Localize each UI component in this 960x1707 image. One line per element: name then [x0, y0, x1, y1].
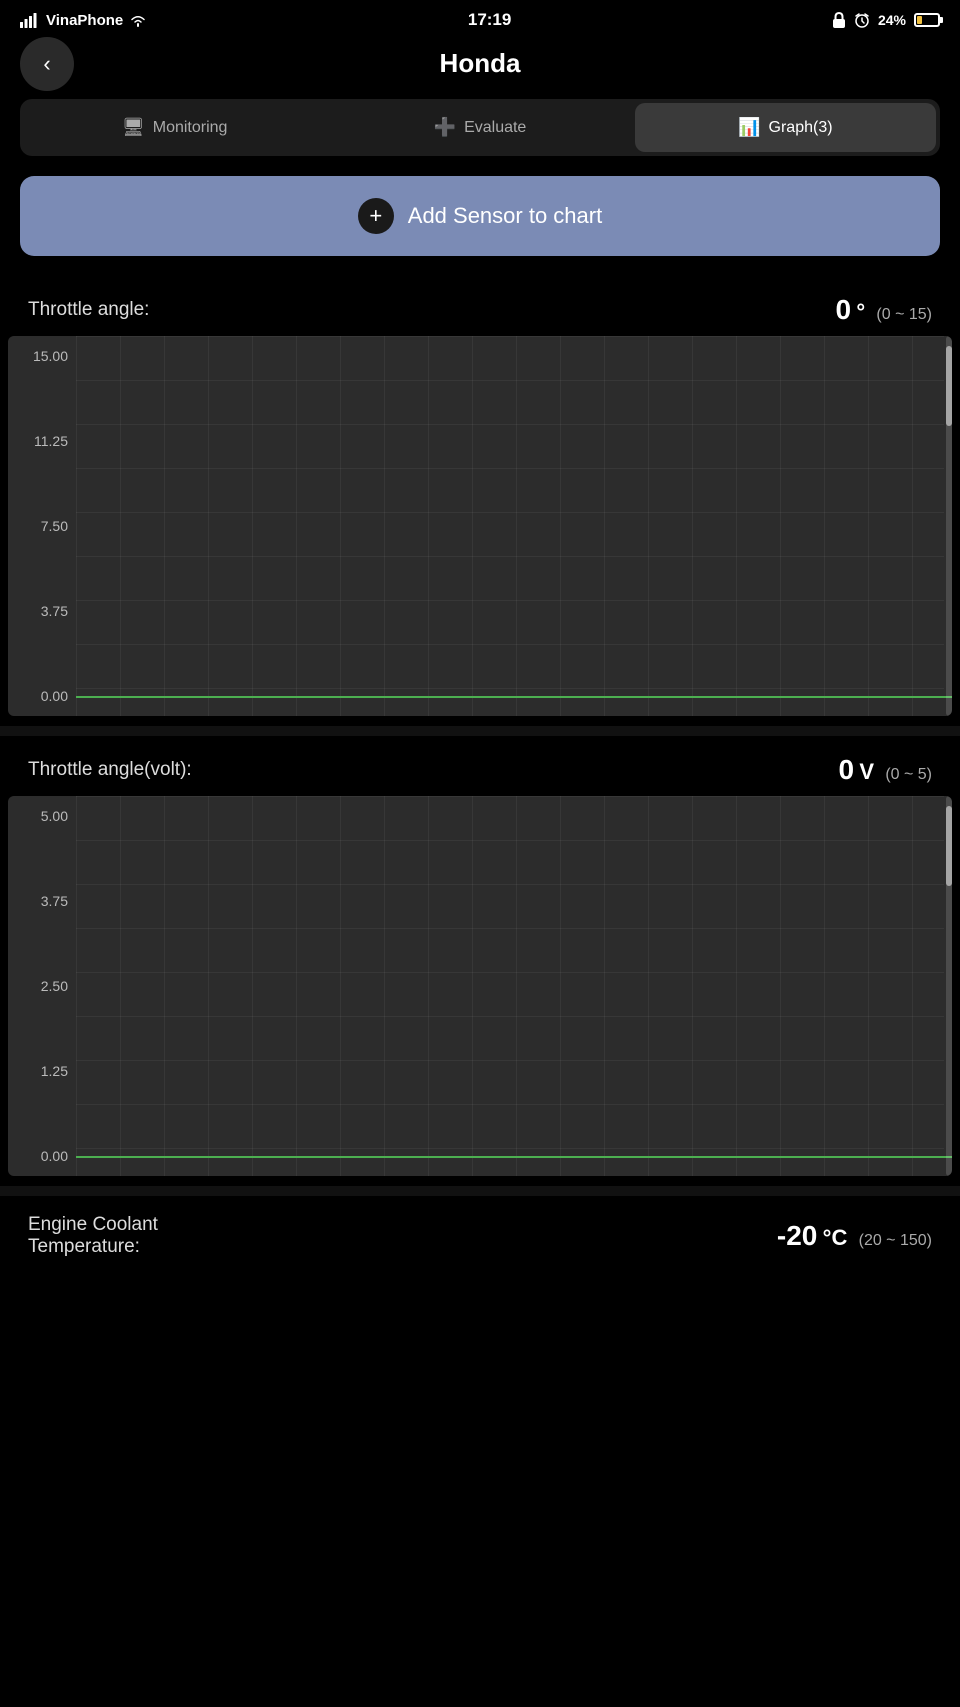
evaluate-icon: ➕	[434, 117, 456, 138]
tab-graph[interactable]: 📊 Graph(3)	[635, 103, 936, 152]
signal-icon	[20, 12, 40, 28]
section-divider-2	[0, 1186, 960, 1196]
battery-fill	[917, 16, 922, 24]
y-label-0: 15.00	[8, 348, 76, 364]
volt-y-label-0: 5.00	[8, 808, 76, 824]
chart-throttle-angle-canvas: 15.00 11.25 7.50 3.75 0.00	[8, 336, 952, 716]
chart-throttle-angle-value: 0 ° (0 ~ 15)	[835, 294, 932, 326]
chart-throttle-angle-label: Throttle angle:	[28, 299, 149, 321]
tab-graph-label: Graph(3)	[769, 119, 833, 137]
throttle-angle-value-range: (0 ~ 15)	[876, 306, 932, 323]
add-sensor-button[interactable]: + Add Sensor to chart	[20, 176, 940, 256]
chart-throttle-volt-canvas: 5.00 3.75 2.50 1.25 0.00	[8, 796, 952, 1176]
chart-grid	[76, 336, 944, 716]
chart-coolant-section: Engine CoolantTemperature: -20 °C (20 ~ …	[0, 1196, 960, 1308]
header: ‹ Honda	[0, 38, 960, 99]
chart-throttle-volt-header: Throttle angle(volt): 0 V (0 ~ 5)	[0, 736, 960, 796]
status-bar: VinaPhone 17:19 24%	[0, 0, 960, 38]
wifi-icon	[129, 13, 147, 27]
back-icon: ‹	[43, 51, 50, 77]
chart-throttle-angle: Throttle angle: 0 ° (0 ~ 15) 15.00 11.25…	[0, 276, 960, 716]
volt-scrollbar[interactable]	[946, 796, 952, 1176]
monitor-icon: 🖥	[122, 117, 145, 138]
tab-evaluate[interactable]: ➕ Evaluate	[329, 103, 630, 152]
y-label-1: 11.25	[8, 433, 76, 449]
alarm-icon	[854, 12, 870, 28]
volt-y-label-2: 2.50	[8, 978, 76, 994]
status-left: VinaPhone	[20, 12, 147, 29]
chart-volt-grid	[76, 796, 944, 1176]
coolant-value-range: (20 ~ 150)	[859, 1232, 932, 1249]
chart-coolant-header: Engine CoolantTemperature: -20 °C (20 ~ …	[0, 1196, 960, 1268]
chart-coolant-value: -20 °C (20 ~ 150)	[777, 1220, 932, 1252]
page-title: Honda	[440, 48, 521, 79]
back-button[interactable]: ‹	[20, 37, 74, 91]
volt-scrollbar-thumb[interactable]	[946, 806, 952, 886]
scrollbar[interactable]	[946, 336, 952, 716]
chart-throttle-volt-value: 0 V (0 ~ 5)	[838, 754, 932, 786]
section-divider-1	[0, 726, 960, 736]
y-label-4: 0.00	[8, 688, 76, 704]
throttle-angle-value-num: 0	[835, 294, 851, 325]
tab-monitoring-label: Monitoring	[153, 119, 228, 137]
chart-coolant-label-text: Engine CoolantTemperature:	[28, 1214, 158, 1257]
y-label-2: 7.50	[8, 518, 76, 534]
volt-y-label-3: 1.25	[8, 1063, 76, 1079]
volt-y-label-1: 3.75	[8, 893, 76, 909]
volt-y-label-4: 0.00	[8, 1148, 76, 1164]
coolant-value-unit: °C	[823, 1225, 848, 1250]
chart-throttle-volt-label: Throttle angle(volt):	[28, 759, 192, 781]
lock-icon	[832, 12, 846, 28]
plus-circle-icon: +	[358, 198, 394, 234]
volt-y-axis-labels: 5.00 3.75 2.50 1.25 0.00	[8, 796, 76, 1176]
tab-monitoring[interactable]: 🖥 Monitoring	[24, 103, 325, 152]
coolant-value-num: -20	[777, 1220, 817, 1251]
throttle-volt-value-num: 0	[838, 754, 854, 785]
y-label-3: 3.75	[8, 603, 76, 619]
graph-icon: 📊	[738, 117, 760, 138]
battery-percent: 24%	[878, 12, 906, 28]
add-sensor-label: Add Sensor to chart	[408, 203, 602, 229]
tab-bar: 🖥 Monitoring ➕ Evaluate 📊 Graph(3)	[20, 99, 940, 156]
throttle-volt-value-unit: V	[859, 759, 874, 784]
status-time: 17:19	[468, 10, 511, 30]
tab-evaluate-label: Evaluate	[464, 119, 526, 137]
scrollbar-thumb[interactable]	[946, 346, 952, 426]
battery-icon-container	[914, 13, 940, 27]
carrier-name: VinaPhone	[46, 12, 123, 29]
throttle-volt-value-range: (0 ~ 5)	[885, 766, 932, 783]
chart-throttle-angle-header: Throttle angle: 0 ° (0 ~ 15)	[0, 276, 960, 336]
throttle-angle-value-unit: °	[856, 299, 865, 324]
chart-coolant-label: Engine CoolantTemperature:	[28, 1214, 158, 1258]
plus-icon: +	[369, 203, 382, 229]
data-line	[76, 696, 952, 698]
chart-throttle-angle-volt: Throttle angle(volt): 0 V (0 ~ 5) 5.00 3…	[0, 736, 960, 1176]
battery-icon	[914, 13, 940, 27]
y-axis-labels: 15.00 11.25 7.50 3.75 0.00	[8, 336, 76, 716]
status-right: 24%	[832, 12, 940, 28]
volt-data-line	[76, 1156, 952, 1158]
